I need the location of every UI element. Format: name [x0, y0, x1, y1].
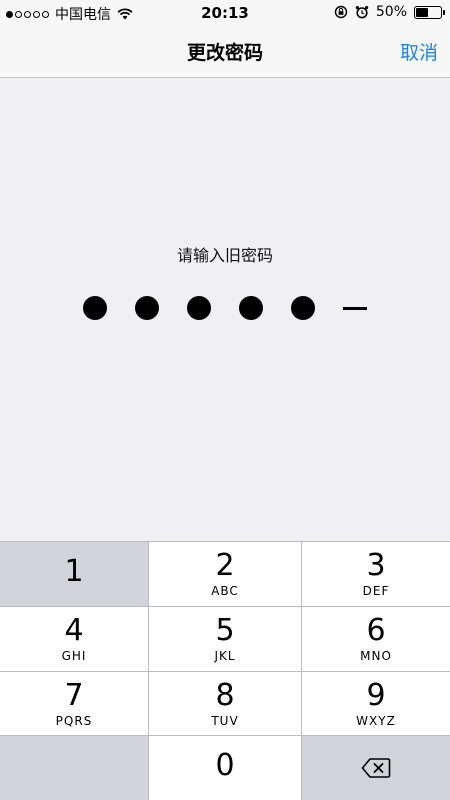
key-letters: MNO: [360, 649, 392, 664]
key-5[interactable]: 5 JKL: [149, 606, 301, 671]
passcode-dot-filled: [187, 296, 211, 320]
key-2[interactable]: 2 ABC: [149, 542, 301, 606]
key-digit: 9: [366, 677, 386, 713]
key-letters: GHI: [61, 649, 87, 664]
passcode-dot-filled: [239, 296, 263, 320]
key-3[interactable]: 3 DEF: [302, 542, 450, 606]
key-digit: 4: [64, 613, 84, 649]
passcode-dot-filled: [83, 296, 107, 320]
backspace-icon: [361, 758, 391, 778]
key-6[interactable]: 6 MNO: [302, 606, 450, 671]
key-digit: 8: [215, 677, 235, 713]
key-letters: PQRS: [55, 713, 93, 728]
key-9[interactable]: 9 WXYZ: [302, 671, 450, 736]
key-letters: TUV: [211, 713, 239, 728]
passcode-indicator: [0, 293, 450, 323]
battery-percent: 50%: [375, 4, 407, 20]
battery-fill: [416, 7, 428, 17]
key-digit: 6: [366, 613, 386, 649]
cancel-button[interactable]: 取消: [400, 38, 438, 65]
key-1[interactable]: 1: [0, 542, 148, 606]
key-letters: DEF: [362, 584, 390, 599]
key-letters: WXYZ: [356, 713, 396, 728]
key-digit: 2: [215, 548, 235, 584]
key-digit: 5: [215, 613, 235, 649]
key-7[interactable]: 7 PQRS: [0, 671, 148, 736]
key-4[interactable]: 4 GHI: [0, 606, 148, 671]
empty-key: [0, 736, 148, 800]
status-bar: 中国电信 20:13 50%: [0, 0, 450, 26]
key-digit: 1: [64, 553, 84, 589]
numeric-keypad: 1 2 ABC 3 DEF 4 GHI 5 JKL 6 MNO 7 PQRS 8…: [0, 541, 450, 800]
key-letters: JKL: [214, 649, 236, 664]
page-title: 更改密码: [186, 42, 263, 64]
alarm-icon: [355, 6, 369, 19]
key-digit: 3: [366, 548, 386, 584]
battery-icon: [414, 5, 445, 19]
passcode-dot-filled: [135, 296, 159, 320]
key-0[interactable]: 0: [149, 736, 301, 800]
key-digit: 0: [215, 748, 235, 784]
passcode-dash-empty: [343, 306, 367, 310]
navigation-bar: 更改密码 取消: [0, 26, 450, 78]
key-letters: ABC: [211, 584, 239, 599]
key-8[interactable]: 8 TUV: [149, 671, 301, 736]
backspace-button[interactable]: [302, 736, 450, 800]
orientation-lock-icon: [334, 5, 348, 19]
passcode-prompt: 请输入旧密码: [176, 246, 273, 265]
key-digit: 7: [64, 677, 84, 713]
status-right: 50%: [334, 4, 445, 20]
passcode-dot-filled: [291, 296, 315, 320]
